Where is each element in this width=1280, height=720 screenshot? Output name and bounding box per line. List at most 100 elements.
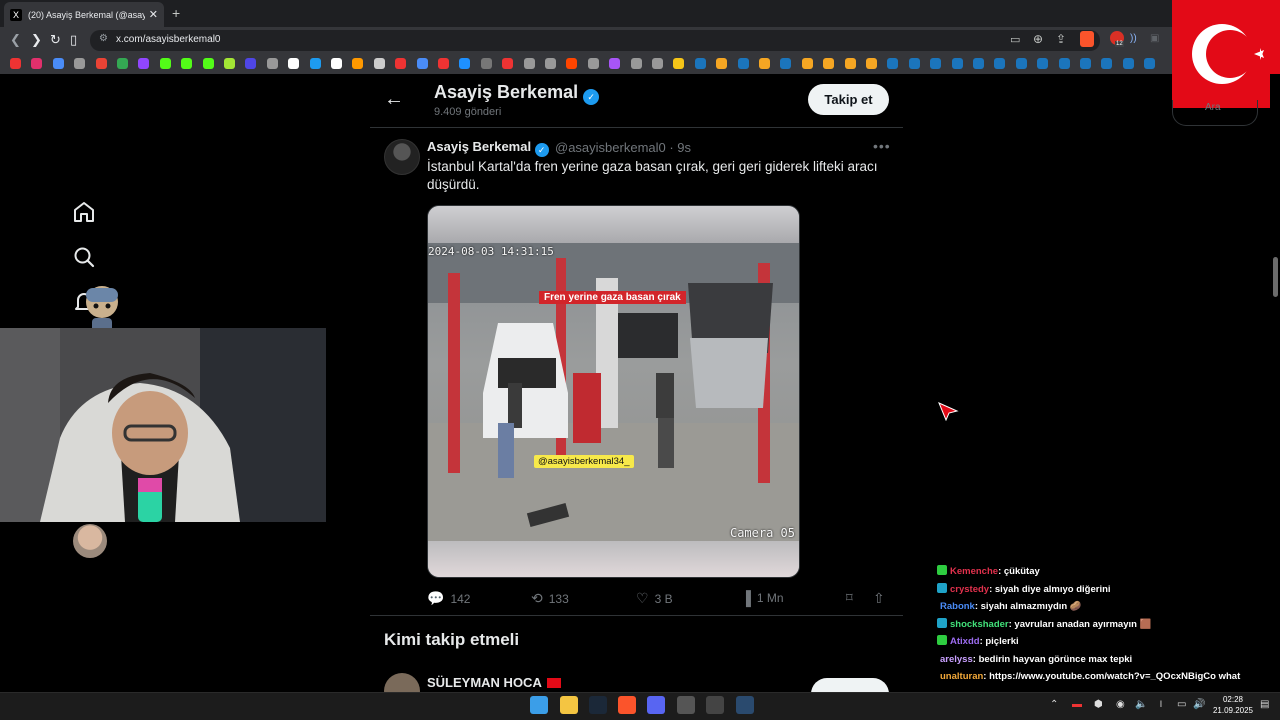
discord-icon[interactable] <box>647 696 665 714</box>
notification-center-icon[interactable]: ▤ <box>1260 699 1269 710</box>
bookmark-favicon-icon[interactable] <box>994 58 1006 69</box>
bookmark-favicon-icon[interactable] <box>459 58 471 69</box>
author-handle-time[interactable]: @asayisberkemal0 · 9s <box>555 140 691 155</box>
bookmark-favicon-icon[interactable] <box>309 58 321 69</box>
tray-shield-icon[interactable]: ⬢ <box>1094 699 1103 710</box>
extensions-puzzle-icon[interactable]: ▣ <box>1150 33 1159 44</box>
bookmark-favicon-icon[interactable] <box>523 58 535 69</box>
bookmark-favicon-icon[interactable] <box>373 58 385 69</box>
bookmark-favicon-icon[interactable] <box>1101 58 1113 69</box>
chat-username[interactable]: Kemenche <box>950 566 998 577</box>
bookmark-favicon-icon[interactable] <box>438 58 449 69</box>
bookmark-favicon-icon[interactable] <box>652 58 663 69</box>
like-button[interactable]: ♡ 3 B <box>636 590 673 607</box>
brave-shield-icon[interactable] <box>1080 31 1094 47</box>
bookmark-favicon-icon[interactable] <box>1122 58 1134 69</box>
new-tab-icon[interactable]: + <box>172 5 180 21</box>
bookmark-favicon-icon[interactable] <box>545 58 556 69</box>
zoom-icon[interactable]: ⊕ <box>1033 32 1043 46</box>
browser-tab[interactable]: X (20) Asayiş Berkemal (@asayisbe ✕ <box>4 2 164 27</box>
obs-icon[interactable] <box>706 696 724 714</box>
bookmark-favicon-icon[interactable] <box>694 58 706 69</box>
share-icon[interactable]: ⇪ <box>1056 32 1066 46</box>
bookmark-favicon-icon[interactable] <box>1058 58 1070 69</box>
suggested-user-name[interactable]: SÜLEYMAN HOCA <box>427 675 561 690</box>
bookmark-favicon-icon[interactable] <box>844 58 856 69</box>
bookmark-favicon-icon[interactable] <box>566 58 578 69</box>
audio-icon[interactable]: )) <box>1130 33 1137 44</box>
bookmark-favicon-icon[interactable] <box>801 58 813 69</box>
bookmark-favicon-icon[interactable] <box>716 58 728 69</box>
bookmark-favicon-icon[interactable] <box>288 58 300 69</box>
bookmark-favicon-icon[interactable] <box>1080 58 1091 69</box>
share-tweet-button[interactable]: ⇧ <box>873 590 891 607</box>
page-scrollbar[interactable] <box>1270 74 1280 692</box>
reload-icon[interactable]: ↻ <box>50 32 61 48</box>
bookmark-favicon-icon[interactable] <box>31 58 43 69</box>
bookmark-favicon-icon[interactable] <box>866 58 877 69</box>
bookmark-favicon-icon[interactable] <box>823 58 835 69</box>
tray-mic-icon[interactable]: ⏽ <box>1157 699 1165 710</box>
chat-username[interactable]: arelyss <box>940 654 973 665</box>
bookmark-favicon-icon[interactable] <box>74 58 86 69</box>
bookmark-favicon-icon[interactable] <box>887 58 899 69</box>
tray-chevron-icon[interactable]: ⌃ <box>1050 699 1058 710</box>
tray-volume-icon[interactable]: 🔊 <box>1193 699 1205 710</box>
retweet-button[interactable]: ⟲ 133 <box>531 590 569 607</box>
forward-nav-icon[interactable]: ❯ <box>31 32 42 48</box>
bookmark-favicon-icon[interactable] <box>759 58 770 69</box>
bookmark-favicon-icon[interactable] <box>266 58 278 69</box>
search-input[interactable]: Ara <box>1172 100 1258 126</box>
tray-speaker-icon[interactable]: 🔈 <box>1135 699 1147 710</box>
bookmark-favicon-icon[interactable] <box>352 58 364 69</box>
windows-start-icon[interactable] <box>530 696 548 714</box>
reply-button[interactable]: 💬 142 <box>427 590 470 607</box>
back-arrow-icon[interactable]: ← <box>384 88 404 111</box>
bookmark-icon[interactable]: ▯ <box>70 32 77 48</box>
bookmark-favicon-icon[interactable] <box>609 58 621 69</box>
bookmark-favicon-icon[interactable] <box>117 58 128 69</box>
chat-username[interactable]: crystedy <box>950 584 989 595</box>
chat-username[interactable]: unalturan <box>940 671 983 682</box>
cast-icon[interactable]: ▭ <box>1010 33 1020 46</box>
bookmark-favicon-icon[interactable] <box>95 58 107 69</box>
bookmark-favicon-icon[interactable] <box>181 58 193 69</box>
tray-network-icon[interactable]: ▭ <box>1177 699 1186 710</box>
bookmark-favicon-icon[interactable] <box>973 58 984 69</box>
bookmark-favicon-icon[interactable] <box>502 58 514 69</box>
unity-icon[interactable] <box>677 696 695 714</box>
bookmark-favicon-icon[interactable] <box>202 58 214 69</box>
brave-browser-icon[interactable] <box>618 696 636 714</box>
bookmark-favicon-icon[interactable] <box>587 58 599 69</box>
bookmark-favicon-icon[interactable] <box>138 58 150 69</box>
chat-username[interactable]: shockshader <box>950 619 1009 630</box>
tray-app-icon[interactable]: ▬ <box>1072 699 1082 710</box>
bookmark-favicon-icon[interactable] <box>52 58 64 69</box>
search-icon[interactable] <box>72 245 96 269</box>
bookmark-favicon-icon[interactable] <box>10 58 21 69</box>
follow-button[interactable]: Takip et <box>808 84 889 115</box>
tray-steam-icon[interactable]: ◉ <box>1116 699 1125 710</box>
bookmark-favicon-icon[interactable] <box>480 58 492 69</box>
views-button[interactable]: ▐ 1 Mn <box>741 590 784 606</box>
bookmark-favicon-icon[interactable] <box>159 58 171 69</box>
tweet-video[interactable]: 2024-08-03 14:31:15 Fren yerine gaza bas… <box>427 205 800 578</box>
bookmark-favicon-icon[interactable] <box>951 58 963 69</box>
author-name[interactable]: Asayiş Berkemal ✓ <box>427 139 549 157</box>
chat-username[interactable]: Rabonk <box>940 601 975 612</box>
site-settings-icon[interactable]: ⚙ <box>99 33 108 44</box>
bookmark-favicon-icon[interactable] <box>1015 58 1027 69</box>
home-icon[interactable] <box>72 200 96 224</box>
taskbar-clock[interactable]: 02:28 21.09.2025 <box>1208 694 1258 716</box>
bookmark-favicon-icon[interactable] <box>245 58 257 69</box>
bookmark-favicon-icon[interactable] <box>416 58 428 69</box>
address-bar[interactable]: ⚙ x.com/asayisberkemal0 <box>90 30 1100 51</box>
bookmark-favicon-icon[interactable] <box>737 58 749 69</box>
scrollbar-thumb[interactable] <box>1273 257 1278 297</box>
bookmark-favicon-icon[interactable] <box>930 58 942 69</box>
chat-username[interactable]: Atixdd <box>950 636 980 647</box>
close-tab-icon[interactable]: ✕ <box>149 8 158 21</box>
back-nav-icon[interactable]: ❮ <box>10 32 21 48</box>
bookmark-favicon-icon[interactable] <box>630 58 642 69</box>
bookmark-favicon-icon[interactable] <box>1037 58 1049 69</box>
